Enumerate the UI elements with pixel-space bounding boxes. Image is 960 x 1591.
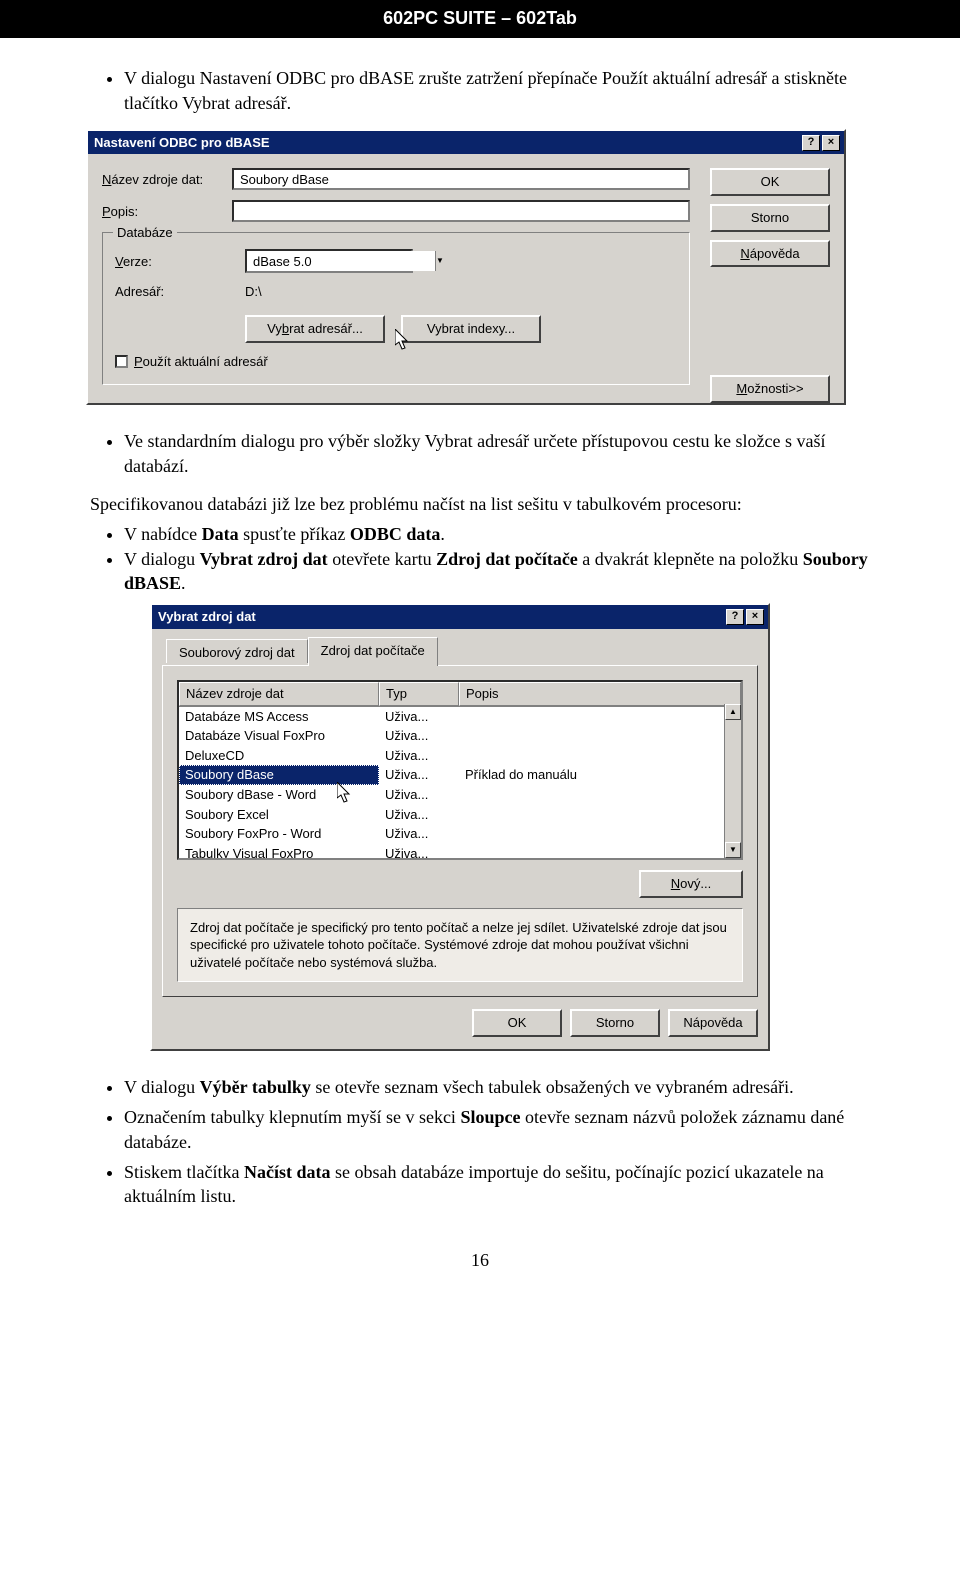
close-icon[interactable]: × — [746, 609, 764, 625]
odbc-settings-dialog: Nastavení ODBC pro dBASE ? × OK Storno N… — [86, 129, 846, 405]
list-item[interactable]: Tabulky Visual FoxProUživa... — [179, 844, 741, 861]
close-icon[interactable]: × — [822, 135, 840, 151]
footer-item-1: V dialogu Výběr tabulky se otevře seznam… — [124, 1075, 870, 1099]
scrollbar[interactable]: ▲ ▼ — [724, 704, 741, 858]
cursor-icon — [337, 782, 353, 804]
chevron-down-icon[interactable] — [435, 251, 444, 271]
tab-panel: Název zdroje dat Typ Popis Databáze MS A… — [162, 665, 758, 997]
groupbox-legend: Databáze — [113, 224, 177, 242]
help-icon[interactable]: ? — [726, 609, 744, 625]
ok-button[interactable]: OK — [472, 1009, 562, 1037]
checkbox-label: Použít aktuální adresář — [134, 353, 268, 371]
description-panel: Zdroj dat počítače je specifický pro ten… — [177, 908, 743, 983]
label-desc: Popis: — [102, 203, 232, 221]
help-icon[interactable]: ? — [802, 135, 820, 151]
label-directory: Adresář: — [115, 283, 245, 301]
cancel-button[interactable]: Storno — [710, 204, 830, 232]
dialog2-title: Vybrat zdroj dat — [158, 608, 256, 626]
page-header: 602PC SUITE – 602Tab — [0, 0, 960, 38]
dialog2-titlebar[interactable]: Vybrat zdroj dat ? × — [152, 605, 768, 629]
mid-list-2: V nabídce Data spusťte příkaz ODBC data.… — [90, 522, 870, 595]
list-item[interactable]: Databáze Visual FoxProUživa... — [179, 726, 741, 746]
checkbox-icon[interactable] — [115, 355, 128, 368]
footer-item-2: Označením tabulky klepnutím myší se v se… — [124, 1105, 870, 1154]
list-item[interactable]: Soubory FoxPro - WordUživa... — [179, 824, 741, 844]
use-current-dir-checkbox[interactable]: Použít aktuální adresář — [115, 353, 268, 371]
ok-button[interactable]: OK — [710, 168, 830, 196]
select-indexes-button[interactable]: Vybrat indexy... — [401, 315, 541, 343]
mid-item-1: Ve standardním dialogu pro výběr složky … — [124, 429, 870, 478]
dialog1-titlebar[interactable]: Nastavení ODBC pro dBASE ? × — [88, 131, 844, 155]
mid-paragraph: Specifikovanou databázi již lze bez prob… — [90, 492, 870, 516]
column-name[interactable]: Název zdroje dat — [179, 682, 379, 706]
intro-item: V dialogu Nastavení ODBC pro dBASE zrušt… — [124, 66, 870, 115]
list-item[interactable]: Soubory dBaseUživa...Příklad do manuálu — [179, 765, 741, 785]
intro-list: V dialogu Nastavení ODBC pro dBASE zrušt… — [90, 66, 870, 115]
cursor-icon — [395, 329, 411, 351]
list-item[interactable]: DeluxeCDUživa... — [179, 746, 741, 766]
list-item[interactable]: Databáze MS AccessUživa... — [179, 707, 741, 727]
directory-value: D:\ — [245, 283, 262, 301]
footer-item-3: Stiskem tlačítka Načíst data se obsah da… — [124, 1160, 870, 1209]
dsn-input[interactable] — [232, 168, 690, 190]
new-button[interactable]: Nový... — [639, 870, 743, 898]
footer-list: V dialogu Výběr tabulky se otevře seznam… — [90, 1075, 870, 1208]
list-item[interactable]: Soubory ExcelUživa... — [179, 805, 741, 825]
label-dsn: Název zdroje dat: — [102, 171, 232, 189]
tab-machine-source[interactable]: Zdroj dat počítače — [308, 637, 438, 667]
database-groupbox: Databáze Verze: Adresář: D:\ Vybrat adre… — [102, 232, 690, 385]
select-directory-button[interactable]: Vybrat adresář... — [245, 315, 385, 343]
help-button[interactable]: Nápověda — [710, 240, 830, 268]
tab-file-source[interactable]: Souborový zdroj dat — [166, 639, 308, 663]
options-button[interactable]: Možnosti>> — [710, 375, 830, 403]
scroll-down-icon[interactable]: ▼ — [725, 842, 741, 858]
desc-input[interactable] — [232, 200, 690, 222]
version-value[interactable] — [247, 251, 435, 271]
data-source-list[interactable]: Název zdroje dat Typ Popis Databáze MS A… — [177, 680, 743, 860]
cancel-button[interactable]: Storno — [570, 1009, 660, 1037]
label-version: Verze: — [115, 253, 245, 271]
help-button[interactable]: Nápověda — [668, 1009, 758, 1037]
column-desc[interactable]: Popis — [459, 682, 741, 706]
version-combo[interactable] — [245, 249, 413, 273]
mid-item-3: V dialogu Vybrat zdroj dat otevřete kart… — [124, 547, 870, 596]
scroll-up-icon[interactable]: ▲ — [725, 704, 741, 720]
list-item[interactable]: Soubory dBase - WordUživa... — [179, 785, 741, 805]
mid-item-2: V nabídce Data spusťte příkaz ODBC data. — [124, 522, 870, 546]
column-type[interactable]: Typ — [379, 682, 459, 706]
mid-list-1: Ve standardním dialogu pro výběr složky … — [90, 429, 870, 478]
dialog1-title: Nastavení ODBC pro dBASE — [94, 134, 270, 152]
page-number: 16 — [90, 1248, 870, 1272]
select-data-source-dialog: Vybrat zdroj dat ? × Souborový zdroj dat… — [150, 603, 770, 1051]
